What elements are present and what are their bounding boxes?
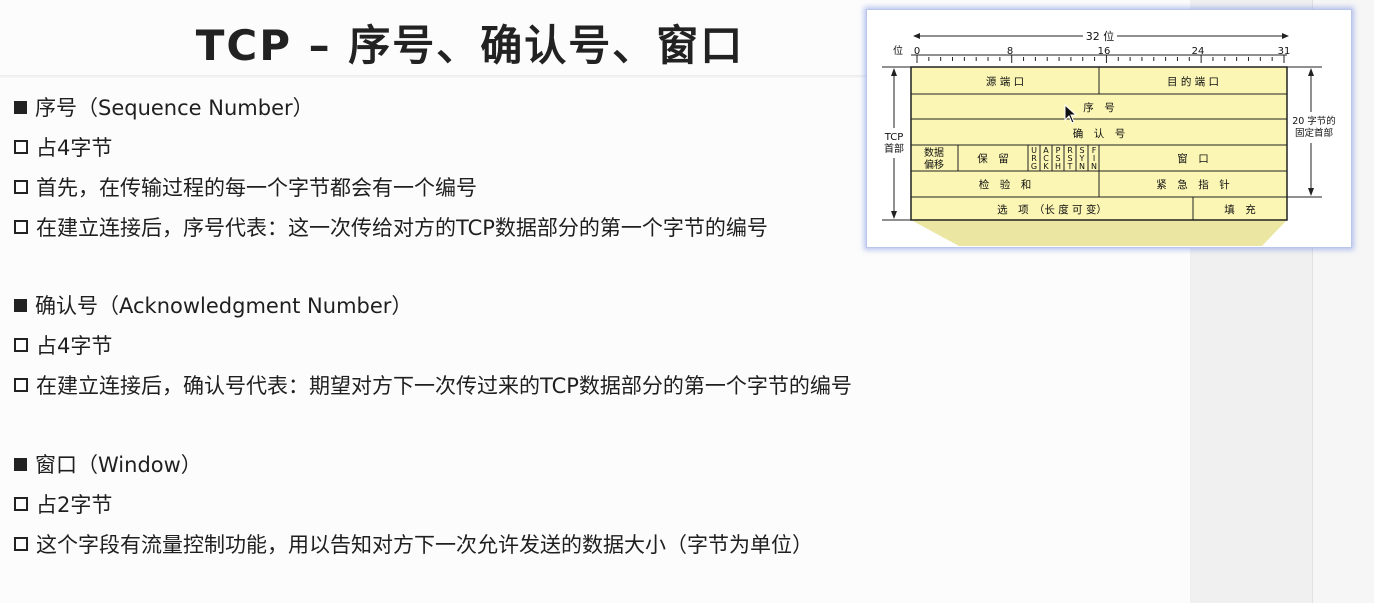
field-urgent-pointer: 紧 急 指 针: [1156, 178, 1230, 191]
field-window: 窗 口: [1177, 152, 1209, 165]
slide-title: TCP – 序号、确认号、窗口: [195, 21, 745, 70]
field-sequence-number: 序 号: [1083, 101, 1115, 114]
field-source-port: 源 端 口: [986, 75, 1024, 88]
flag-urg: URG: [1031, 146, 1037, 171]
hollow-square-bullet-icon: [14, 220, 28, 234]
options-trapezoid: [911, 220, 1287, 246]
field-reserved: 保 留: [977, 152, 1009, 165]
tick-label: 24: [1192, 46, 1205, 57]
flag-syn: SYN: [1079, 146, 1085, 171]
hollow-square-bullet-icon: [14, 378, 28, 392]
flag-ack: ACK: [1043, 146, 1049, 171]
bullet-point: 在建立连接后，序号代表：这一次传给对方的TCP数据部分的第一个字节的编号: [14, 212, 768, 242]
section-heading-sequence: 序号（Sequence Number）: [14, 92, 314, 122]
tcp-header-diagram: 32 位 位 0 8 16 24 31 源 端 口 目 的 端 口 序 号 确 …: [866, 9, 1352, 248]
field-padding: 填 充: [1224, 203, 1256, 216]
bullet-point: 首先，在传输过程的每一个字节都会有一个编号: [14, 172, 477, 202]
bullet-point: 占2字节: [14, 489, 112, 519]
field-destination-port: 目 的 端 口: [1167, 75, 1219, 88]
fixed-header-label: 固定首部: [1295, 127, 1333, 139]
bullet-point: 占4字节: [14, 132, 112, 162]
filled-square-bullet-icon: [14, 457, 27, 471]
tcp-header-label: 首部: [884, 142, 904, 155]
bullet-point: 在建立连接后，确认号代表：期望对方下一次传过来的TCP数据部分的第一个字节的编号: [14, 370, 852, 400]
fixed-header-label: 20 字节的: [1292, 115, 1336, 127]
section-heading-window: 窗口（Window）: [14, 449, 202, 479]
filled-square-bullet-icon: [14, 298, 27, 312]
mouse-cursor-icon: [1064, 104, 1078, 124]
hollow-square-bullet-icon: [14, 497, 28, 511]
bit-axis-label: 位: [893, 44, 903, 57]
tcp-header-label: TCP: [884, 132, 904, 143]
hollow-square-bullet-icon: [14, 140, 28, 154]
field-acknowledgment-number: 确 认 号: [1073, 127, 1126, 140]
field-data-offset: 偏移: [924, 158, 944, 171]
hollow-square-bullet-icon: [14, 537, 28, 551]
hollow-square-bullet-icon: [14, 338, 28, 352]
tick-label: 16: [1098, 46, 1111, 57]
tcp-header-svg: 32 位 位 0 8 16 24 31 源 端 口 目 的 端 口 序 号 确 …: [882, 29, 1336, 246]
tick-label: 0: [914, 46, 920, 57]
section-heading-acknowledgment: 确认号（Acknowledgment Number）: [14, 290, 412, 320]
bullet-point: 占4字节: [14, 330, 112, 360]
flag-psh: PSH: [1055, 146, 1061, 171]
bits-label: 32 位: [1086, 29, 1115, 43]
filled-square-bullet-icon: [14, 100, 27, 114]
tick-label: 8: [1007, 46, 1013, 57]
flag-rst: RST: [1067, 146, 1074, 171]
hollow-square-bullet-icon: [14, 180, 28, 194]
field-data-offset: 数据: [924, 146, 944, 159]
field-checksum: 检 验 和: [979, 178, 1032, 191]
tick-label: 31: [1278, 46, 1291, 57]
bullet-point: 这个字段有流量控制功能，用以告知对方下一次允许发送的数据大小（字节为单位）: [14, 529, 813, 559]
field-options: 选 项 （长 度 可 变）: [997, 203, 1107, 216]
